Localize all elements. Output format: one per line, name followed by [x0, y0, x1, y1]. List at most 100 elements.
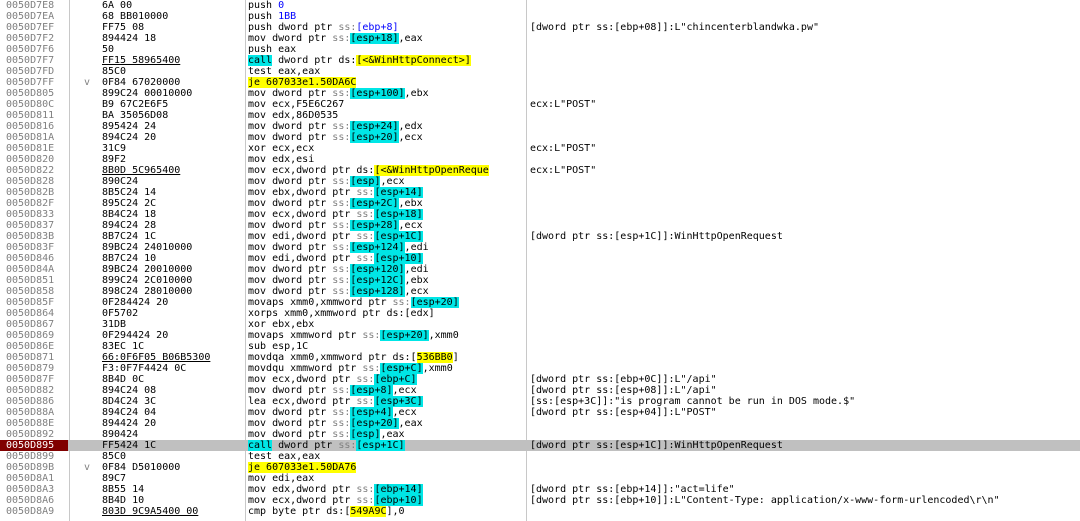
- comment-cell: [530, 308, 1080, 319]
- disassembly-row[interactable]: 0050D8A1 89C7 mov edi,eax: [0, 473, 1080, 484]
- disassembly-row[interactable]: 0050D837 894C24 28 mov dword ptr ss:[esp+2…: [0, 220, 1080, 231]
- disassembly-row[interactable]: 0050D886 8D4C24 3C lea ecx,dword ptr ss:[e…: [0, 396, 1080, 407]
- disassembly-row[interactable]: 0050D7F2 894424 18 mov dword ptr ss:[esp+1…: [0, 33, 1080, 44]
- bytes-cell: 899C24 2C010000: [102, 275, 193, 286]
- disassembly-row[interactable]: 0050D86E 83EC 1C sub esp,1C: [0, 341, 1080, 352]
- address-cell: 0050D7F7: [6, 55, 55, 66]
- address-cell: 0050D811: [6, 110, 55, 121]
- bytes-cell: FF15 58965400: [102, 55, 181, 66]
- disassembly-row[interactable]: 0050D83B 8B7C24 1C mov edi,dword ptr ss:[e…: [0, 231, 1080, 242]
- jump-marker: [84, 121, 98, 132]
- instruction-token: je 607033e1.50DA6C: [248, 77, 357, 88]
- bytes-cell: 894424 18: [102, 33, 157, 44]
- disassembly-row[interactable]: 0050D899 85C0 test eax,eax: [0, 451, 1080, 462]
- disassembly-row[interactable]: 0050D871 66:0F6F05 B06B5300 movdqa xmm0,xm…: [0, 352, 1080, 363]
- disassembly-row[interactable]: 0050D864 0F5702 xorps xmm0,xmmword ptr ds:…: [0, 308, 1080, 319]
- address-cell: 0050D86E: [6, 341, 55, 352]
- comment-cell: ecx:L"POST": [530, 165, 597, 176]
- jump-marker: [84, 440, 98, 451]
- bytes-cell: BA 35056D08: [102, 110, 169, 121]
- disassembly-row[interactable]: 0050D7E8 6A 00 push 0: [0, 0, 1080, 11]
- instruction-token: ss:: [356, 374, 375, 385]
- disassembly-row[interactable]: 0050D88A 894C24 04 mov dword ptr ss:[esp+4…: [0, 407, 1080, 418]
- instruction-token: mov dword ptr: [248, 264, 333, 275]
- disassembly-row[interactable]: 0050D828 890C24 mov dword ptr ss:[esp],ecx: [0, 176, 1080, 187]
- jump-marker: [84, 11, 98, 22]
- comment-cell: [530, 66, 1080, 77]
- instruction-token: [esp+20]: [380, 330, 429, 341]
- disassembly-row[interactable]: 0050D7FD 85C0 test eax,eax: [0, 66, 1080, 77]
- disassembly-row[interactable]: 0050D87F 8B4D 0C mov ecx,dword ptr ss:[ebp…: [0, 374, 1080, 385]
- disassembly-row[interactable]: 0050D7FF v 0F84 67020000 je 607033e1.50DA6C: [0, 77, 1080, 88]
- jump-marker: [84, 506, 98, 517]
- address-cell: 0050D846: [6, 253, 55, 264]
- disassembly-row[interactable]: 0050D882 894C24 08 mov dword ptr ss:[esp+8…: [0, 385, 1080, 396]
- comment-cell: [530, 11, 1080, 22]
- address-cell: 0050D7EA: [6, 11, 55, 22]
- bytes-cell: 0F84 67020000: [102, 77, 181, 88]
- instruction-token: push dword ptr: [248, 22, 339, 33]
- disassembly-row[interactable]: 0050D858 898C24 28010000 mov dword ptr ss:…: [0, 286, 1080, 297]
- disassembly-row[interactable]: 0050D84A 89BC24 20010000 mov dword ptr ss:…: [0, 264, 1080, 275]
- disassembly-row[interactable]: 0050D7F7 FF15 58965400 call dword ptr ds:[…: [0, 55, 1080, 66]
- bytes-cell: 89F2: [102, 154, 127, 165]
- disassembly-row[interactable]: 0050D8A3 8B55 14 mov edx,dword ptr ss:[ebp…: [0, 484, 1080, 495]
- instruction-cell: mov dword ptr ss:[esp+20],eax: [248, 418, 524, 429]
- disassembly-row[interactable]: 0050D851 899C24 2C010000 mov dword ptr ss:…: [0, 275, 1080, 286]
- comment-cell: [530, 88, 1080, 99]
- disassembly-row[interactable]: 0050D89B v 0F84 D5010000 je 607033e1.50DA76: [0, 462, 1080, 473]
- comment-cell: [530, 275, 1080, 286]
- disassembly-row[interactable]: 0050D7F6 50 push eax: [0, 44, 1080, 55]
- disassembly-row[interactable]: 0050D869 0F294424 20 movaps xmmword ptr ss…: [0, 330, 1080, 341]
- disassembly-row[interactable]: 0050D822 8B0D 5C965400 mov ecx,dword ptr d…: [0, 165, 1080, 176]
- instruction-token: [esp+14]: [374, 187, 423, 198]
- instruction-cell: xor ecx,ecx: [248, 143, 524, 154]
- disassembly-row[interactable]: 0050D83F 89BC24 24010000 mov dword ptr ss:…: [0, 242, 1080, 253]
- disassembly-row[interactable]: 0050D867 31DB xor ebx,ebx: [0, 319, 1080, 330]
- disassembly-row[interactable]: 0050D892 890424 mov dword ptr ss:[esp],eax: [0, 429, 1080, 440]
- instruction-cell: test eax,eax: [248, 451, 524, 462]
- disassembly-row[interactable]: 0050D82B 8B5C24 14 mov ebx,dword ptr ss:[e…: [0, 187, 1080, 198]
- instruction-cell: mov dword ptr ss:[esp+128],ecx: [248, 286, 524, 297]
- instruction-cell: mov edi,dword ptr ss:[esp+10]: [248, 253, 524, 264]
- disassembly-row[interactable]: 0050D7EF FF75 08 push dword ptr ss:[ebp+8]…: [0, 22, 1080, 33]
- disassembly-row[interactable]: 0050D81E 31C9 xor ecx,ecx ecx:L"POST": [0, 143, 1080, 154]
- instruction-token: mov ebx,dword ptr: [248, 187, 357, 198]
- disassembly-row[interactable]: 0050D820 89F2 mov edx,esi: [0, 154, 1080, 165]
- instruction-cell: movdqu xmmword ptr ss:[esp+C],xmm0: [248, 363, 524, 374]
- disassembly-row[interactable]: 0050D833 8B4C24 18 mov ecx,dword ptr ss:[e…: [0, 209, 1080, 220]
- disassembly-row[interactable]: 0050D846 8B7C24 10 mov edi,dword ptr ss:[e…: [0, 253, 1080, 264]
- current-instruction-row[interactable]: 0050D895 FF5424 1C call dword ptr ss:[esp+…: [0, 440, 1080, 451]
- instruction-cell: cmp byte ptr ds:[549A9C],0: [248, 506, 524, 517]
- disassembly-row[interactable]: 0050D816 895424 24 mov dword ptr ss:[esp+2…: [0, 121, 1080, 132]
- disassembly-row[interactable]: 0050D879 F3:0F7F4424 0C movdqu xmmword ptr…: [0, 363, 1080, 374]
- disassembly-row[interactable]: 0050D81A 894C24 20 mov dword ptr ss:[esp+2…: [0, 132, 1080, 143]
- comment-cell: [530, 297, 1080, 308]
- disassembly-row[interactable]: 0050D8A6 8B4D 10 mov ecx,dword ptr ss:[ebp…: [0, 495, 1080, 506]
- instruction-token: mov dword ptr: [248, 242, 333, 253]
- jump-marker: [84, 418, 98, 429]
- disassembly-row[interactable]: 0050D7EA 68 BB010000 push 1BB: [0, 11, 1080, 22]
- instruction-token: ,ecx: [398, 220, 423, 231]
- instruction-token: mov dword ptr: [248, 385, 333, 396]
- address-cell: 0050D879: [6, 363, 55, 374]
- instruction-token: mov edx,dword ptr: [248, 484, 357, 495]
- address-cell: 0050D871: [6, 352, 55, 363]
- address-cell: 0050D851: [6, 275, 55, 286]
- address-cell: 0050D8A3: [6, 484, 55, 495]
- instruction-token: mov edx,86D0535: [248, 110, 339, 121]
- comment-cell: [530, 253, 1080, 264]
- disassembly-row[interactable]: 0050D8A9 803D 9C9A5400 00 cmp byte ptr ds:…: [0, 506, 1080, 517]
- disassembly-row[interactable]: 0050D80C B9 67C2E6F5 mov ecx,F5E6C267 ecx:L…: [0, 99, 1080, 110]
- disassembly-row[interactable]: 0050D811 BA 35056D08 mov edx,86D0535: [0, 110, 1080, 121]
- disassembly-view[interactable]: 0050D7E8 6A 00 push 0 0050D7EA 68 BB010000 pu…: [0, 0, 1080, 521]
- instruction-token: [esp+28]: [350, 220, 399, 231]
- instruction-token: mov dword ptr: [248, 198, 333, 209]
- jump-marker: [84, 154, 98, 165]
- disassembly-row[interactable]: 0050D805 899C24 00010000 mov dword ptr ss:…: [0, 88, 1080, 99]
- disassembly-row[interactable]: 0050D88E 894424 20 mov dword ptr ss:[esp+2…: [0, 418, 1080, 429]
- bytes-cell: 898C24 28010000: [102, 286, 193, 297]
- instruction-token: [esp+20]: [350, 418, 399, 429]
- disassembly-row[interactable]: 0050D82F 895C24 2C mov dword ptr ss:[esp+2…: [0, 198, 1080, 209]
- disassembly-row[interactable]: 0050D85F 0F284424 20 movaps xmm0,xmmword p…: [0, 297, 1080, 308]
